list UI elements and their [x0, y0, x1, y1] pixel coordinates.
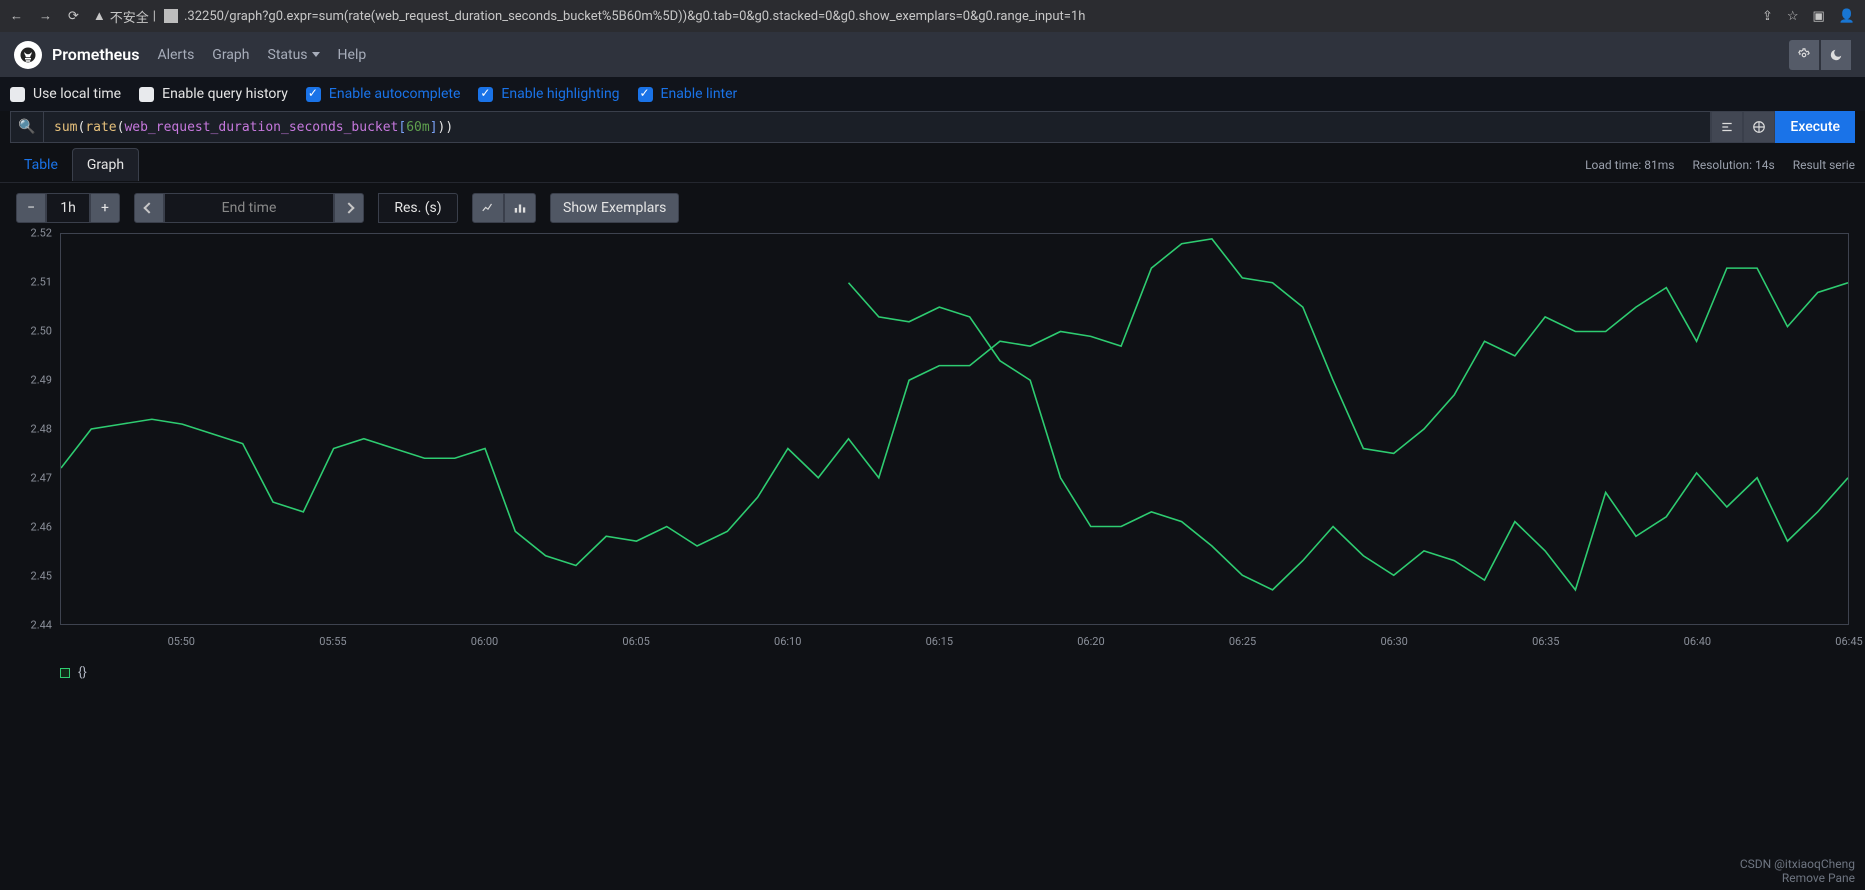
x-axis: 05:5005:5506:0006:0506:1006:1506:2006:25… — [60, 629, 1849, 653]
opt-enable-linter[interactable]: Enable linter — [638, 86, 738, 102]
nav-graph[interactable]: Graph — [212, 47, 249, 63]
browser-bar: ← → ⟳ ▲ 不安全 | .32250/graph?g0.expr=sum(r… — [0, 0, 1865, 32]
opt-enable-autocomplete[interactable]: Enable autocomplete — [306, 86, 461, 102]
search-icon[interactable]: 🔍 — [10, 111, 44, 143]
chevron-right-icon — [343, 202, 354, 213]
end-time-input[interactable]: End time — [164, 193, 334, 223]
explore-button[interactable] — [1743, 111, 1775, 143]
result-tabs: Table Graph Load time: 81ms Resolution: … — [0, 147, 1865, 183]
share-icon[interactable]: ⇪ — [1762, 9, 1773, 24]
range-decrease-button[interactable]: − — [16, 193, 46, 223]
caret-down-icon — [312, 52, 320, 57]
chart-stacked-button[interactable] — [504, 193, 536, 223]
bookmark-icon[interactable]: ☆ — [1787, 9, 1799, 24]
brand-label: Prometheus — [52, 45, 139, 64]
panel-icon[interactable]: ▣ — [1813, 9, 1825, 24]
legend-label: {} — [78, 665, 87, 680]
insecure-label: 不安全 — [110, 7, 149, 26]
back-icon[interactable]: ← — [10, 8, 23, 24]
show-exemplars-button[interactable]: Show Exemplars — [550, 193, 679, 223]
insecure-badge[interactable]: ▲ 不安全 | — [93, 7, 156, 26]
tab-table[interactable]: Table — [10, 149, 72, 181]
theme-toggle-button[interactable] — [1821, 40, 1851, 70]
brand[interactable]: Prometheus — [14, 41, 139, 69]
time-prev-button[interactable] — [134, 193, 164, 223]
query-options: Use local time Enable query history Enab… — [0, 77, 1865, 111]
query-row: 🔍 sum(rate(web_request_duration_seconds_… — [10, 111, 1855, 143]
tab-graph[interactable]: Graph — [72, 148, 139, 181]
opt-enable-history[interactable]: Enable query history — [139, 86, 288, 102]
format-button[interactable] — [1711, 111, 1743, 143]
opt-use-local-time[interactable]: Use local time — [10, 86, 121, 102]
stat-load-time: Load time: 81ms — [1585, 158, 1674, 172]
stat-series: Result serie — [1793, 158, 1855, 172]
expression-input[interactable]: sum(rate(web_request_duration_seconds_bu… — [44, 111, 1711, 143]
legend: {} — [0, 661, 1865, 688]
chart-line-button[interactable] — [472, 193, 504, 223]
nav-alerts[interactable]: Alerts — [157, 47, 194, 63]
stat-resolution: Resolution: 14s — [1692, 158, 1774, 172]
opt-enable-highlighting[interactable]: Enable highlighting — [478, 86, 619, 102]
graph-controls: − 1h + End time Res. (s) Show Exemplars — [0, 183, 1865, 233]
settings-button[interactable] — [1789, 40, 1819, 70]
chevron-left-icon — [143, 202, 154, 213]
profile-icon[interactable]: 👤 — [1839, 9, 1855, 24]
url-box[interactable]: .32250/graph?g0.expr=sum(rate(web_reques… — [164, 9, 1085, 24]
legend-swatch — [60, 668, 70, 678]
reload-icon[interactable]: ⟳ — [68, 9, 79, 24]
watermark: CSDN @itxiaoqCheng Remove Pane — [1740, 858, 1855, 886]
chart-area: 2.442.452.462.472.482.492.502.512.52 05:… — [16, 233, 1849, 653]
execute-button[interactable]: Execute — [1775, 111, 1855, 143]
range-value[interactable]: 1h — [46, 193, 90, 223]
favicon-icon — [164, 9, 178, 23]
resolution-input[interactable]: Res. (s) — [378, 193, 458, 223]
range-increase-button[interactable]: + — [90, 193, 120, 223]
time-next-button[interactable] — [334, 193, 364, 223]
prometheus-logo-icon — [14, 41, 42, 69]
chart-plot[interactable] — [60, 233, 1849, 625]
nav-help[interactable]: Help — [338, 47, 367, 63]
forward-icon[interactable]: → — [39, 8, 52, 24]
app-navbar: Prometheus Alerts Graph Status Help — [0, 32, 1865, 77]
url-text: .32250/graph?g0.expr=sum(rate(web_reques… — [184, 9, 1085, 24]
nav-status[interactable]: Status — [268, 47, 320, 63]
y-axis: 2.442.452.462.472.482.492.502.512.52 — [16, 233, 58, 625]
